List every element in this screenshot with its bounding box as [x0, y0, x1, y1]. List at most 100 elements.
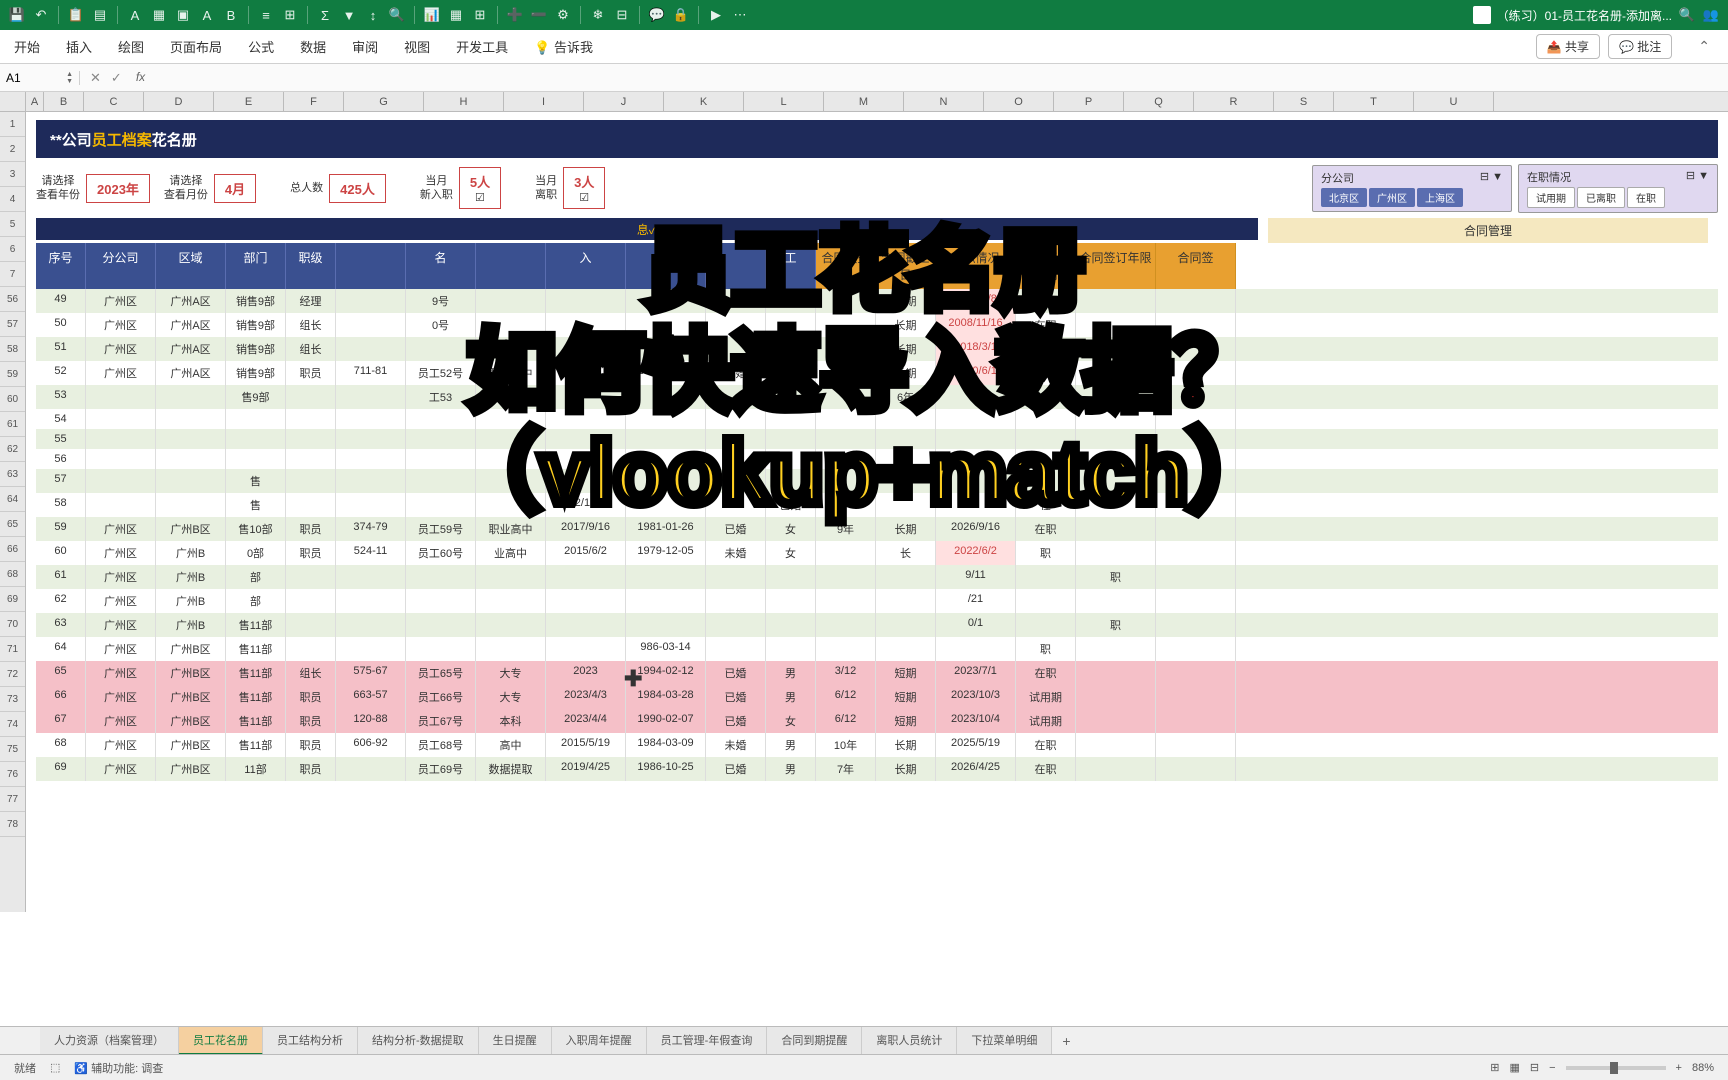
align-icon[interactable]: ≡ [257, 6, 275, 24]
table-cell[interactable] [1076, 757, 1156, 781]
table-cell[interactable]: 66 [36, 685, 86, 709]
table-cell[interactable] [876, 429, 936, 449]
table-cell[interactable] [766, 589, 816, 613]
row-number[interactable]: 1 [0, 112, 25, 137]
col-header[interactable]: L [744, 92, 824, 111]
table-cell[interactable]: 高中 [476, 733, 546, 757]
row-number[interactable]: 72 [0, 662, 25, 687]
table-cell[interactable]: 9年 [816, 517, 876, 541]
table-cell[interactable] [336, 289, 406, 313]
table-cell[interactable]: 长期 [876, 517, 936, 541]
table-header-cell[interactable]: 分公司 [86, 243, 156, 289]
table-cell[interactable]: 51 [36, 337, 86, 361]
row-number[interactable]: 69 [0, 587, 25, 612]
table-cell[interactable]: 员工67号 [406, 709, 476, 733]
table-cell[interactable]: 7年 [816, 757, 876, 781]
table-cell[interactable] [1076, 709, 1156, 733]
table-cell[interactable] [286, 493, 336, 517]
fx-icon[interactable]: fx [136, 70, 145, 86]
table-cell[interactable]: 50 [36, 313, 86, 337]
table-cell[interactable] [706, 429, 766, 449]
table-cell[interactable] [1076, 589, 1156, 613]
slicer-status[interactable]: 在职情况⊟ ▼ 试用期 已离职 在职 [1518, 164, 1718, 213]
row-number[interactable]: 5 [0, 212, 25, 237]
table-cell[interactable]: 0部 [226, 541, 286, 565]
table-cell[interactable]: 广州区 [86, 565, 156, 589]
table-cell[interactable] [876, 449, 936, 469]
table-cell[interactable]: 职员 [286, 709, 336, 733]
table-cell[interactable] [936, 493, 1016, 517]
row-number[interactable]: 74 [0, 712, 25, 737]
table-cell[interactable] [816, 289, 876, 313]
table-cell[interactable] [1156, 541, 1236, 565]
table-cell[interactable] [816, 409, 876, 429]
table-cell[interactable] [406, 409, 476, 429]
table-cell[interactable] [286, 449, 336, 469]
table-cell[interactable] [336, 313, 406, 337]
table-cell[interactable] [546, 613, 626, 637]
table-cell[interactable]: 64 [36, 637, 86, 661]
row-number[interactable]: 62 [0, 437, 25, 462]
row-number[interactable]: 73 [0, 687, 25, 712]
table-cell[interactable]: 职业高中 [476, 361, 546, 385]
table-header-cell[interactable] [626, 243, 706, 289]
sheet-tab[interactable]: 员工花名册 [179, 1027, 263, 1055]
sheet-tab[interactable]: 员工管理-年假查询 [647, 1027, 768, 1055]
tab-view[interactable]: 视图 [400, 29, 434, 64]
table-cell[interactable]: 2023/10/4 [936, 709, 1016, 733]
table-cell[interactable] [1156, 637, 1236, 661]
table-cell[interactable] [406, 429, 476, 449]
sum-icon[interactable]: Σ [316, 6, 334, 24]
table-cell[interactable]: 已婚 [706, 757, 766, 781]
zoom-level[interactable]: 88% [1692, 1062, 1714, 1074]
table-cell[interactable] [816, 385, 876, 409]
table-cell[interactable]: 长期 [876, 361, 936, 385]
table-cell[interactable] [286, 637, 336, 661]
tab-layout[interactable]: 页面布局 [166, 29, 226, 64]
table-cell[interactable] [476, 469, 546, 493]
table-cell[interactable] [816, 429, 876, 449]
tab-review[interactable]: 审阅 [348, 29, 382, 64]
table-cell[interactable]: 6/12 [816, 685, 876, 709]
merge-icon[interactable]: ⊞ [281, 6, 299, 24]
table-cell[interactable] [156, 409, 226, 429]
table-cell[interactable] [1156, 429, 1236, 449]
table-cell[interactable] [156, 449, 226, 469]
table-cell[interactable] [936, 409, 1016, 429]
table-cell[interactable] [406, 613, 476, 637]
table-cell[interactable]: 663-57 [336, 685, 406, 709]
table-cell[interactable] [476, 289, 546, 313]
table-row[interactable]: 67广州区广州B区售11部职员120-88员工67号本科2023/4/41990… [36, 709, 1718, 733]
table-cell[interactable]: 在职 [1016, 337, 1076, 361]
table-cell[interactable] [1156, 385, 1236, 409]
confirm-icon[interactable]: ✓ [111, 70, 122, 86]
table-cell[interactable] [336, 589, 406, 613]
table-cell[interactable] [406, 637, 476, 661]
table-cell[interactable]: 广州区 [86, 685, 156, 709]
table-cell[interactable] [1076, 685, 1156, 709]
cancel-icon[interactable]: ✕ [90, 70, 101, 86]
table-cell[interactable]: 试用期 [1016, 709, 1076, 733]
table-cell[interactable] [706, 565, 766, 589]
table-cell[interactable]: 广州区 [86, 289, 156, 313]
table-cell[interactable]: 711-81 [336, 361, 406, 385]
table-cell[interactable] [546, 565, 626, 589]
table-cell[interactable] [406, 449, 476, 469]
table-cell[interactable] [476, 449, 546, 469]
table-cell[interactable] [766, 565, 816, 589]
table-cell[interactable]: 575-67 [336, 661, 406, 685]
table-cell[interactable]: 部 [226, 565, 286, 589]
table-cell[interactable]: 2014/6/1 [546, 361, 626, 385]
table-cell[interactable]: 组长 [286, 337, 336, 361]
table-row[interactable]: 53售9部工536年在职 [36, 385, 1718, 409]
table-cell[interactable]: 长期 [876, 733, 936, 757]
row-number[interactable]: 61 [0, 412, 25, 437]
table-cell[interactable]: 广州A区 [156, 313, 226, 337]
row-number[interactable]: 59 [0, 362, 25, 387]
table-cell[interactable] [86, 385, 156, 409]
table-cell[interactable] [816, 565, 876, 589]
table-row[interactable]: 50广州区广州A区销售9部组长0号长期2008/11/16在职 [36, 313, 1718, 337]
table-cell[interactable]: 广州B区 [156, 637, 226, 661]
table-row[interactable]: 69广州区广州B区11部职员员工69号数据提取2019/4/251986-10-… [36, 757, 1718, 781]
table-cell[interactable] [816, 469, 876, 493]
